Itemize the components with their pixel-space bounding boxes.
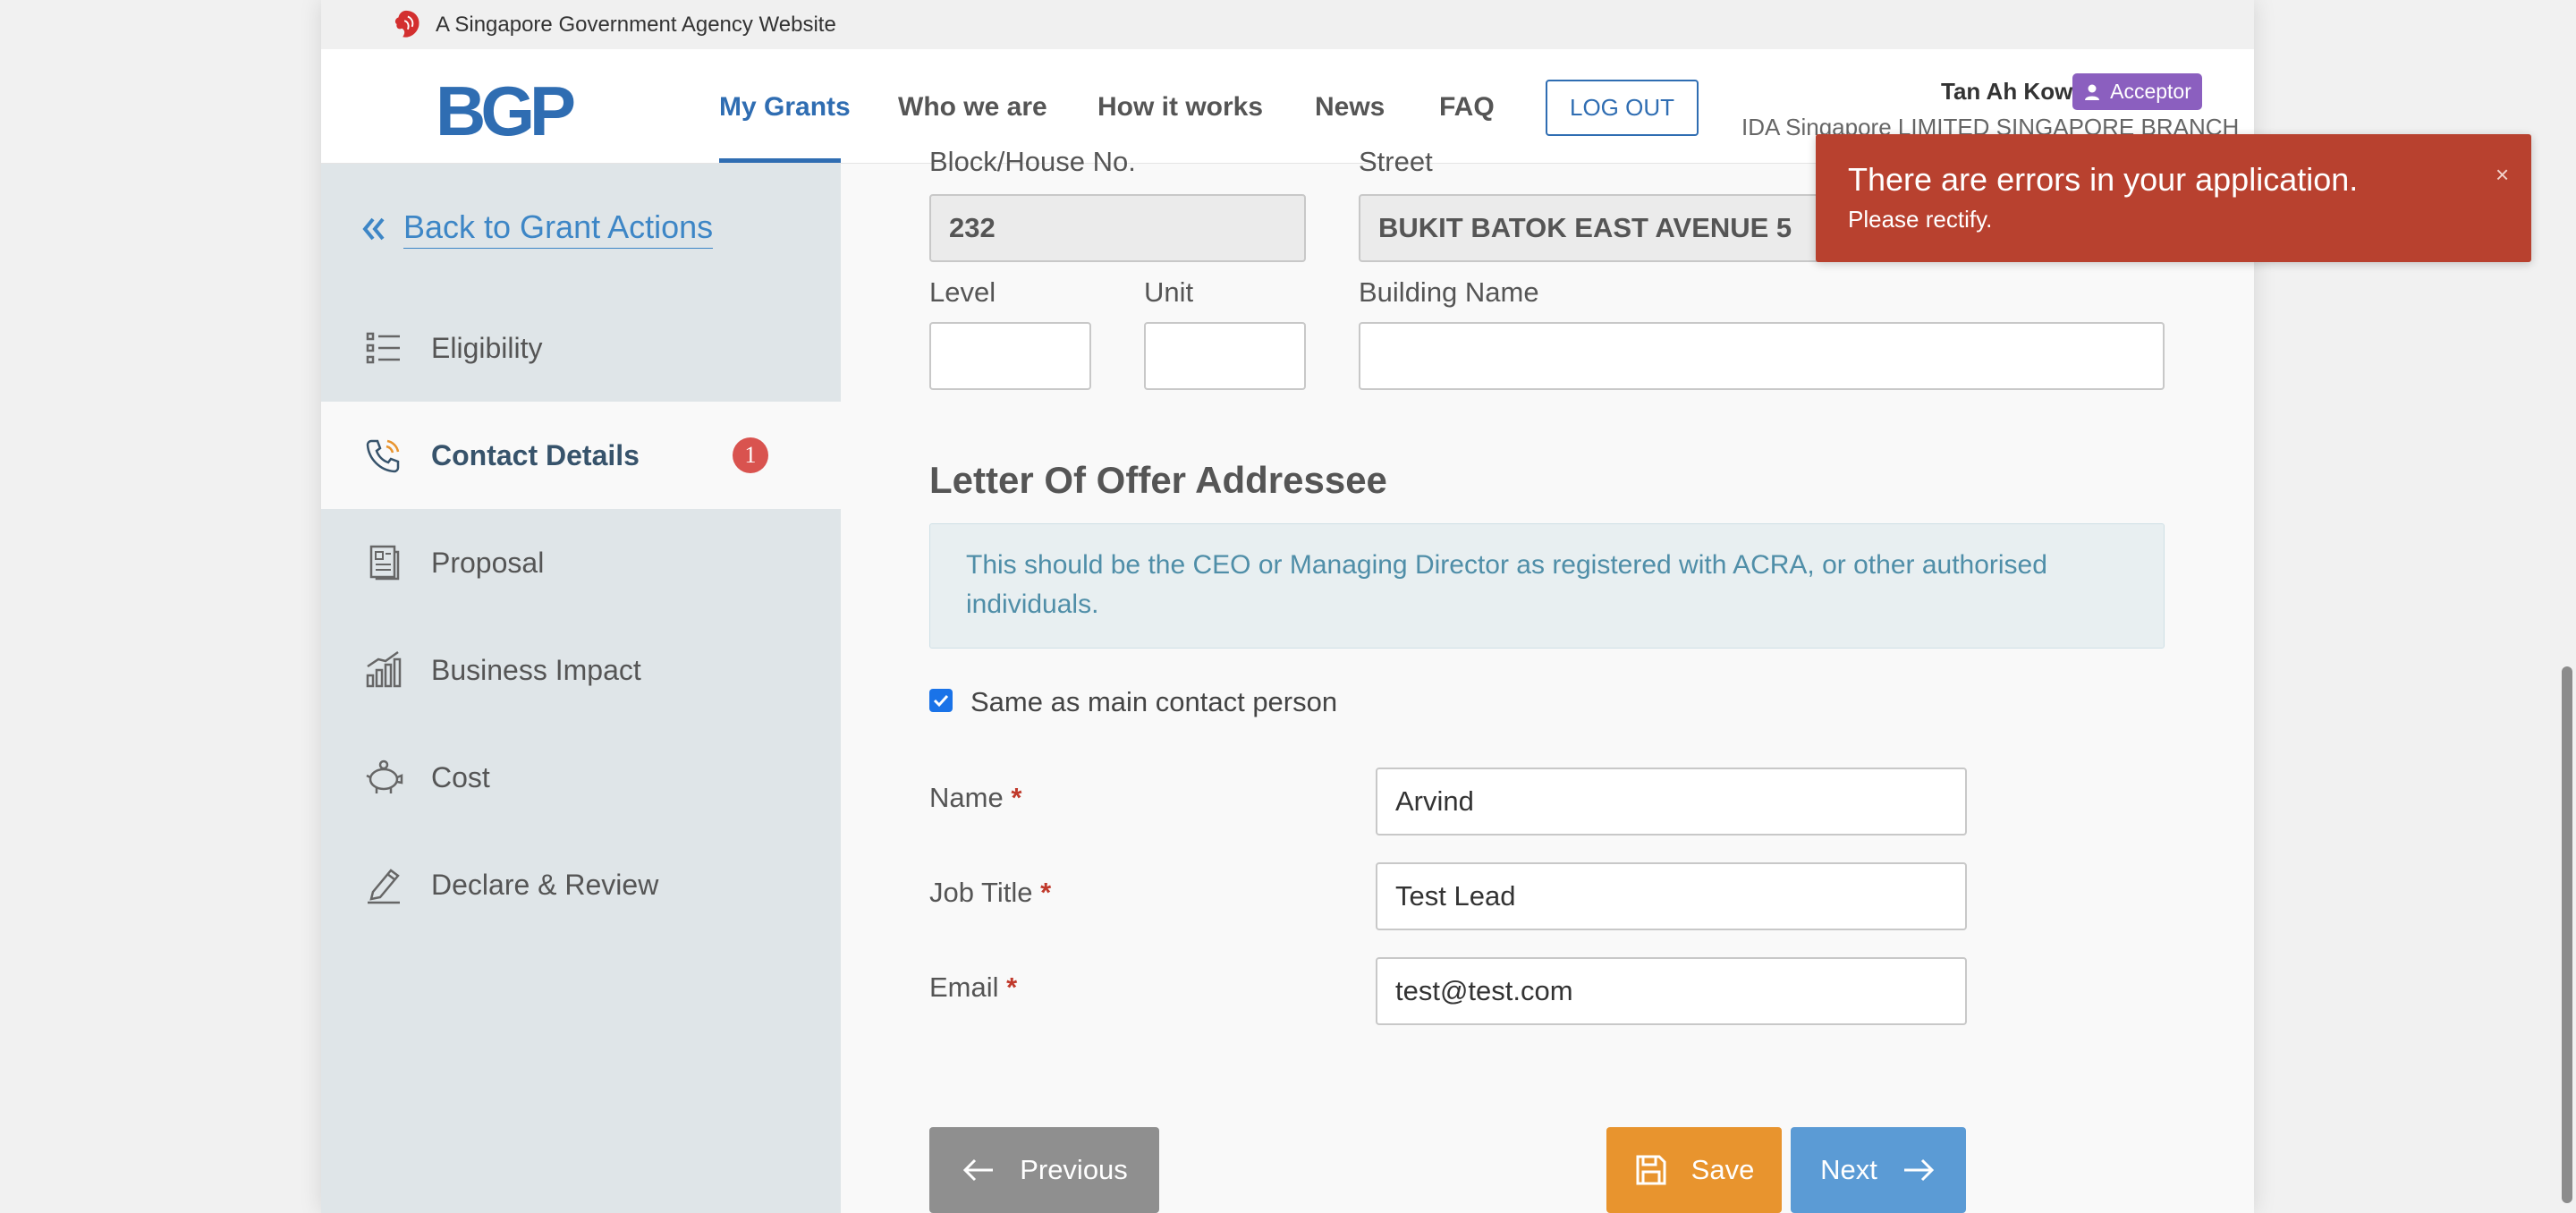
block-input[interactable]: 232: [929, 194, 1306, 262]
same-as-main-checkbox[interactable]: [929, 689, 953, 712]
pen-sign-icon: [368, 869, 400, 904]
nav-news[interactable]: News: [1315, 92, 1385, 123]
next-button[interactable]: Next: [1791, 1127, 1966, 1213]
job-title-label-text: Job Title: [929, 877, 1033, 908]
level-label: Level: [929, 276, 996, 308]
scrollbar-thumb[interactable]: [2562, 666, 2572, 1203]
arrow-right-icon: [1903, 1158, 1934, 1182]
sidebar-item-business-impact[interactable]: Business Impact: [321, 616, 841, 724]
next-label: Next: [1820, 1154, 1877, 1185]
toast-message: Please rectify.: [1848, 206, 1993, 233]
unit-label: Unit: [1144, 276, 1194, 308]
email-input[interactable]: test@test.com: [1376, 957, 1967, 1025]
arrow-left-icon: [963, 1158, 994, 1182]
nav-faq[interactable]: FAQ: [1439, 92, 1495, 123]
gov-masthead: A Singapore Government Agency Website: [321, 0, 2254, 49]
masthead-text: A Singapore Government Agency Website: [436, 13, 836, 37]
bgp-logo[interactable]: BGP: [436, 76, 576, 146]
piggy-bank-icon: [366, 759, 403, 793]
double-chevron-left-icon: [362, 217, 385, 240]
back-link-label: Back to Grant Actions: [403, 208, 714, 249]
phone-icon: [366, 439, 400, 473]
email-label: Email *: [929, 971, 1017, 1004]
document-icon: [369, 545, 400, 581]
check-icon: [933, 694, 949, 708]
sidebar-item-label: Cost: [431, 760, 490, 793]
email-label-text: Email: [929, 971, 999, 1003]
sidebar: Back to Grant Actions Eligibility Contac…: [321, 164, 841, 1213]
job-title-input[interactable]: Test Lead: [1376, 862, 1967, 930]
nav-how-it-works[interactable]: How it works: [1097, 92, 1263, 123]
street-label: Street: [1359, 146, 1433, 177]
same-as-main-label[interactable]: Same as main contact person: [970, 686, 1337, 718]
bar-chart-icon: [366, 650, 402, 688]
main-content: Block/House No. 232 Street BUKIT BATOK E…: [841, 146, 2254, 1213]
sidebar-item-contact-details[interactable]: Contact Details 1: [321, 402, 841, 509]
sidebar-item-label: Eligibility: [431, 331, 543, 364]
sidebar-item-label: Proposal: [431, 546, 545, 579]
sidebar-item-proposal[interactable]: Proposal: [321, 509, 841, 616]
back-to-grant-actions-link[interactable]: Back to Grant Actions: [360, 208, 714, 249]
floppy-disk-icon: [1636, 1155, 1666, 1185]
level-input[interactable]: [929, 322, 1091, 390]
toast-title: There are errors in your application.: [1848, 161, 2359, 198]
job-title-label: Job Title *: [929, 877, 1051, 909]
logout-button[interactable]: LOG OUT: [1546, 80, 1699, 136]
nav-who-we-are[interactable]: Who we are: [898, 92, 1047, 123]
required-marker: *: [1006, 971, 1018, 1003]
unit-input[interactable]: [1144, 322, 1306, 390]
error-toast: There are errors in your application. Pl…: [1816, 134, 2531, 262]
sidebar-item-label: Contact Details: [431, 438, 640, 471]
building-name-label: Building Name: [1359, 276, 1539, 308]
required-marker: *: [1011, 782, 1022, 813]
close-icon[interactable]: ×: [2496, 161, 2509, 189]
sidebar-item-label: Declare & Review: [431, 868, 659, 901]
info-box: This should be the CEO or Managing Direc…: [929, 523, 2165, 649]
building-name-input[interactable]: [1359, 322, 2165, 390]
checklist-icon: [366, 332, 400, 364]
role-badge: Acceptor: [2072, 73, 2202, 110]
user-icon: [2085, 84, 2100, 100]
nav-my-grants[interactable]: My Grants: [719, 92, 851, 123]
previous-button[interactable]: Previous: [929, 1127, 1159, 1213]
sidebar-item-declare-review[interactable]: Declare & Review: [321, 831, 841, 938]
name-label: Name *: [929, 782, 1021, 814]
user-name: Tan Ah Kow: [1941, 78, 2073, 105]
active-nav-indicator: [719, 158, 841, 163]
role-label: Acceptor: [2110, 80, 2191, 103]
sidebar-item-eligibility[interactable]: Eligibility: [321, 294, 841, 402]
section-title: Letter Of Offer Addressee: [929, 459, 1387, 501]
save-label: Save: [1690, 1154, 1755, 1185]
name-input[interactable]: Arvind: [1376, 768, 1967, 836]
lion-head-icon: [394, 10, 419, 38]
block-label: Block/House No.: [929, 146, 1136, 177]
required-marker: *: [1040, 877, 1052, 908]
previous-label: Previous: [1020, 1154, 1128, 1185]
sidebar-item-cost[interactable]: Cost: [321, 724, 841, 831]
sidebar-item-label: Business Impact: [431, 653, 641, 686]
save-button[interactable]: Save: [1606, 1127, 1782, 1213]
error-count-badge: 1: [733, 437, 768, 473]
name-label-text: Name: [929, 782, 1004, 813]
